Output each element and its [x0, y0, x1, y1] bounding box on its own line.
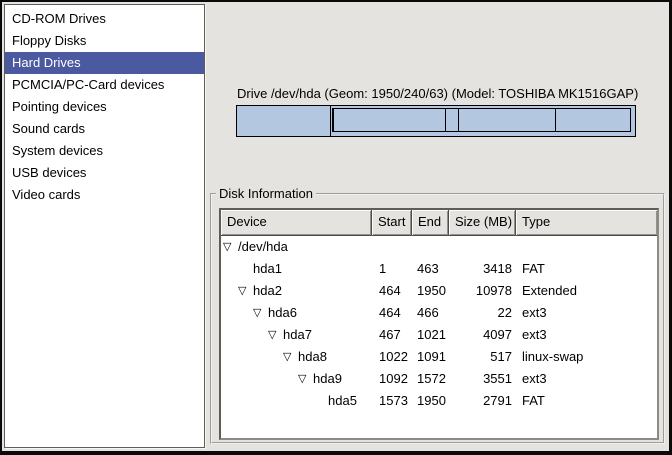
cell-type: FAT [516, 258, 657, 280]
table-row-hda1[interactable]: hda1 14633418FAT [221, 258, 657, 280]
cell-size: 22 [449, 302, 516, 324]
cell-device: ▽/dev/hda [221, 236, 372, 258]
drive-partition-bar [236, 105, 637, 137]
cell-end [412, 236, 449, 258]
disk-information-frame-label: Disk Information [216, 186, 316, 202]
tree-indent [223, 357, 283, 358]
cell-type: linux-swap [516, 346, 657, 368]
cell-device: ▽hda7 [221, 324, 372, 346]
cell-start: 1573 [372, 390, 412, 412]
cell-device: ▽hda6 [221, 302, 372, 324]
sidebar-item-floppy-disks[interactable]: Floppy Disks [5, 30, 204, 52]
cell-size: 10978 [449, 280, 516, 302]
column-header-type[interactable]: Type [516, 210, 657, 236]
tree-expander-icon[interactable]: ▽ [283, 346, 298, 368]
partition-table-body: ▽/dev/hdahda114633418FAT▽hda246419501097… [221, 236, 657, 412]
cell-size: 4097 [449, 324, 516, 346]
cell-start: 464 [372, 280, 412, 302]
table-row-hda7[interactable]: ▽hda746710214097ext3 [221, 324, 657, 346]
drive-title: Drive /dev/hda (Geom: 1950/240/63) (Mode… [237, 86, 638, 101]
tree-indent [223, 335, 268, 336]
partition-table: DeviceStartEndSize (MB)Type ▽/dev/hdahda… [219, 208, 659, 440]
cell-end: 1950 [412, 280, 449, 302]
sidebar-item-system-devices[interactable]: System devices [5, 140, 204, 162]
partition-table-header: DeviceStartEndSize (MB)Type [221, 210, 657, 236]
cell-size: 3551 [449, 368, 516, 390]
cell-type: ext3 [516, 302, 657, 324]
tree-expander-icon[interactable]: ▽ [298, 368, 313, 390]
sidebar-item-cd-rom-drives[interactable]: CD-ROM Drives [5, 8, 204, 30]
cell-size: 2791 [449, 390, 516, 412]
cell-end: 463 [412, 258, 449, 280]
cell-size: 3418 [449, 258, 516, 280]
device-category-list: CD-ROM DrivesFloppy DisksHard DrivesPCMC… [4, 4, 205, 448]
sidebar-item-usb-devices[interactable]: USB devices [5, 162, 204, 184]
cell-start: 1092 [372, 368, 412, 390]
partition-segment-hda9 [458, 108, 556, 132]
sidebar-item-sound-cards[interactable]: Sound cards [5, 118, 204, 140]
partition-segment-hda2 [330, 105, 636, 137]
table-row-hda9[interactable]: ▽hda9109215723551ext3 [221, 368, 657, 390]
device-name: hda8 [298, 346, 327, 368]
cell-type: ext3 [516, 368, 657, 390]
tree-indent [223, 379, 298, 380]
device-name: /dev/hda [238, 236, 288, 258]
table-row-hda6[interactable]: ▽hda646446622ext3 [221, 302, 657, 324]
cell-start: 464 [372, 302, 412, 324]
device-name: hda7 [283, 324, 312, 346]
device-name: hda2 [253, 280, 282, 302]
cell-end: 1021 [412, 324, 449, 346]
cell-end: 466 [412, 302, 449, 324]
tree-indent [223, 401, 313, 402]
sidebar-item-hard-drives[interactable]: Hard Drives [5, 52, 204, 74]
sidebar-item-pcmcia-pc-card-devices[interactable]: PCMCIA/PC-Card devices [5, 74, 204, 96]
cell-type: Extended [516, 280, 657, 302]
cell-end: 1091 [412, 346, 449, 368]
sidebar-item-video-cards[interactable]: Video cards [5, 184, 204, 206]
table-row-hda2[interactable]: ▽hda2464195010978Extended [221, 280, 657, 302]
partition-segment-hda5 [555, 108, 632, 132]
cell-type [516, 236, 657, 258]
cell-device: ▽hda9 [221, 368, 372, 390]
cell-end: 1572 [412, 368, 449, 390]
tree-indent [223, 313, 253, 314]
table-row-hda8[interactable]: ▽hda810221091517linux-swap [221, 346, 657, 368]
cell-type: ext3 [516, 324, 657, 346]
tree-expander-icon[interactable]: ▽ [268, 324, 283, 346]
column-header-device[interactable]: Device [221, 210, 372, 236]
device-name: hda9 [313, 368, 342, 390]
device-name: hda5 [328, 390, 357, 412]
cell-device: ▽hda8 [221, 346, 372, 368]
table-row-dev-hda[interactable]: ▽/dev/hda [221, 236, 657, 258]
cell-start [372, 236, 412, 258]
column-header-start[interactable]: Start [372, 210, 412, 236]
cell-start: 1 [372, 258, 412, 280]
cell-size: 517 [449, 346, 516, 368]
cell-device: hda1 [221, 258, 372, 280]
cell-start: 467 [372, 324, 412, 346]
partition-segment-hda8 [445, 108, 459, 132]
disk-information-frame: Disk Information DeviceStartEndSize (MB)… [210, 193, 665, 444]
tree-expander-icon[interactable]: ▽ [238, 280, 253, 302]
device-name: hda6 [268, 302, 297, 324]
tree-indent [223, 291, 238, 292]
tree-expander-icon[interactable]: ▽ [253, 302, 268, 324]
tree-expander-icon[interactable]: ▽ [223, 236, 238, 258]
cell-device: ▽hda2 [221, 280, 372, 302]
tree-indent [223, 269, 238, 270]
partition-segment-hda1 [236, 105, 331, 137]
cell-type: FAT [516, 390, 657, 412]
table-row-hda5[interactable]: hda5 157319502791FAT [221, 390, 657, 412]
device-name: hda1 [253, 258, 282, 280]
column-header-end[interactable]: End [412, 210, 449, 236]
cell-size [449, 236, 516, 258]
sidebar-item-pointing-devices[interactable]: Pointing devices [5, 96, 204, 118]
cell-device: hda5 [221, 390, 372, 412]
column-header-size[interactable]: Size (MB) [449, 210, 516, 236]
cell-end: 1950 [412, 390, 449, 412]
hardware-browser-window: CD-ROM DrivesFloppy DisksHard DrivesPCMC… [0, 0, 672, 455]
partition-segment-hda7 [333, 108, 446, 132]
cell-start: 1022 [372, 346, 412, 368]
